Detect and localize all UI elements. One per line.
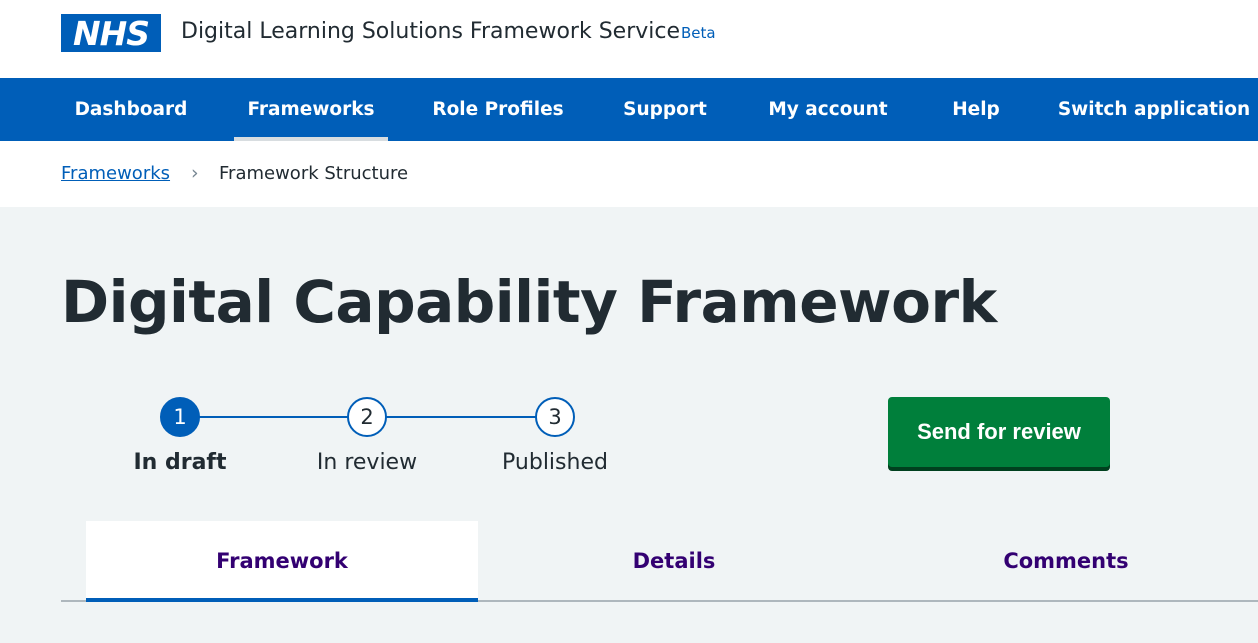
send-for-review-button[interactable]: Send for review: [888, 397, 1110, 467]
step-connector-2-3: [385, 416, 537, 418]
tab-details[interactable]: Details: [478, 521, 870, 600]
step-2-circle: 2: [347, 397, 387, 437]
primary-navigation: Dashboard Frameworks Role Profiles Suppo…: [0, 78, 1258, 141]
nav-item-frameworks[interactable]: Frameworks: [234, 78, 388, 141]
breadcrumb-current: Framework Structure: [219, 163, 409, 184]
step-3-label: Published: [502, 450, 608, 475]
nav-item-help[interactable]: Help: [934, 78, 1018, 141]
nhs-logo[interactable]: NHS: [61, 14, 161, 52]
service-name[interactable]: Digital Learning Solutions Framework Ser…: [181, 19, 716, 44]
step-1-label: In draft: [133, 450, 227, 475]
breadcrumb: Frameworks › Framework Structure: [0, 141, 1258, 207]
site-header: NHS Digital Learning Solutions Framework…: [0, 0, 1258, 78]
tab-comments[interactable]: Comments: [870, 521, 1258, 600]
step-3-circle: 3: [535, 397, 575, 437]
nav-item-switch-application[interactable]: Switch application: [1050, 78, 1258, 141]
nav-item-support[interactable]: Support: [608, 78, 722, 141]
tab-framework[interactable]: Framework: [86, 521, 478, 602]
nhs-logo-text: NHS: [72, 13, 150, 53]
nav-item-role-profiles[interactable]: Role Profiles: [420, 78, 576, 141]
page-title: Digital Capability Framework: [61, 268, 997, 336]
step-1-circle: 1: [160, 397, 200, 437]
step-connector-1-2: [198, 416, 349, 418]
nav-item-my-account[interactable]: My account: [754, 78, 902, 141]
breadcrumb-link-frameworks[interactable]: Frameworks: [61, 163, 170, 184]
step-2-label: In review: [316, 450, 418, 475]
service-name-text: Digital Learning Solutions Framework Ser…: [181, 19, 681, 44]
nav-item-dashboard[interactable]: Dashboard: [61, 78, 201, 141]
beta-tag: Beta: [681, 24, 716, 42]
chevron-right-icon: ›: [191, 162, 199, 184]
